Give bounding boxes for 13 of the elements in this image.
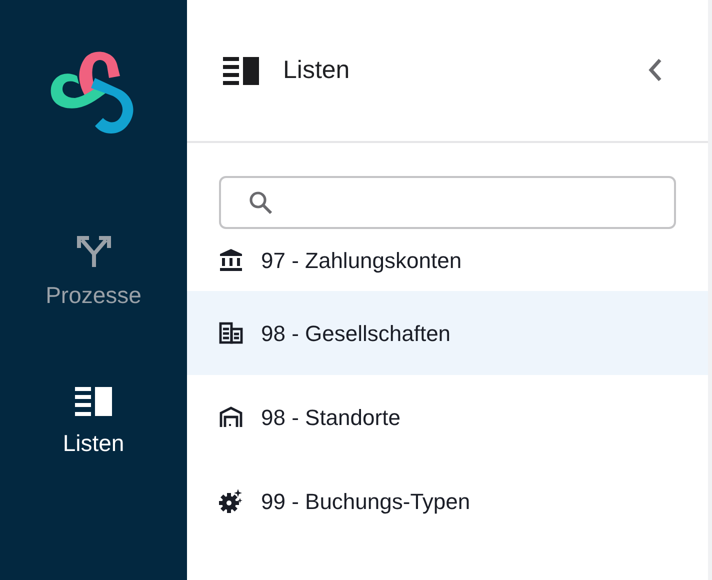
sidebar-nav-item[interactable]: Prozesse bbox=[46, 232, 142, 312]
gear-sparkle-icon bbox=[219, 489, 243, 513]
bank-icon bbox=[219, 248, 243, 272]
warehouse-icon bbox=[219, 406, 243, 428]
chevron-left-icon bbox=[648, 58, 662, 82]
sidebar-nav-item[interactable]: Listen bbox=[62, 386, 124, 460]
list-panel-icon bbox=[223, 56, 261, 84]
list-panel-icon bbox=[75, 386, 112, 416]
panel-title: Listen bbox=[283, 54, 351, 86]
list-item[interactable]: 98 - Gesellschaften bbox=[187, 291, 708, 375]
search-icon bbox=[249, 190, 273, 214]
building-icon bbox=[219, 322, 243, 344]
search-field[interactable] bbox=[219, 176, 676, 229]
